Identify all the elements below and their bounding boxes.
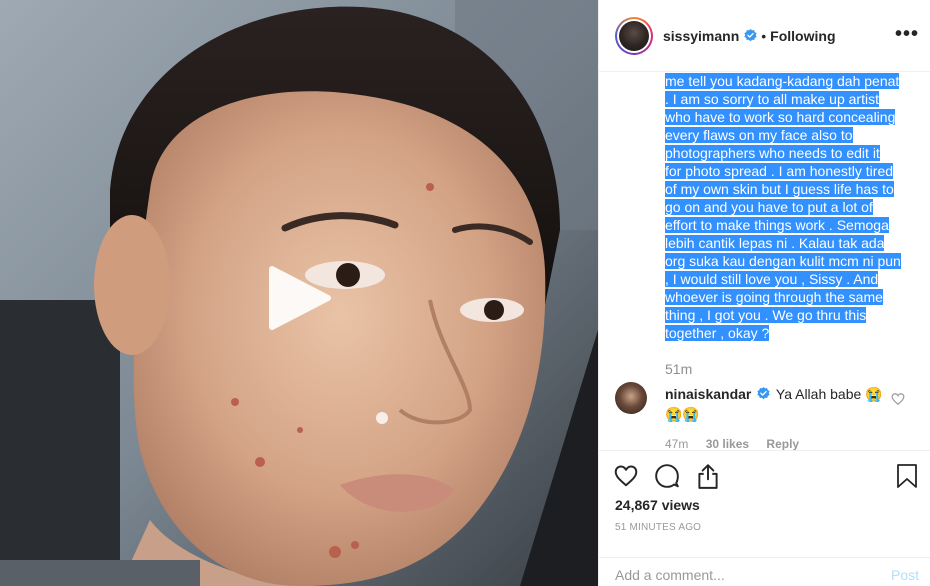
caption-line: go on and you have to put a lot of — [665, 198, 901, 216]
views-count[interactable]: 24,867 views — [615, 497, 700, 513]
comment-likes[interactable]: 30 likes — [706, 437, 749, 450]
caption-line: lebih cantik lepas ni . Kalau tak ada — [665, 234, 901, 252]
caption-line: org suka kau dengan kulit mcm ni pun — [665, 252, 901, 270]
post-header: sissyimann • Following ••• — [599, 0, 930, 72]
caption-line: whoever is going through the same — [665, 288, 901, 306]
caption-line: who have to work so hard concealing — [665, 108, 901, 126]
caption-line: , I would still love you , Sissy . And — [665, 270, 901, 288]
caption-line-text: every flaws on my face also to — [665, 127, 853, 143]
post-timestamp[interactable]: 51 MINUTES AGO — [615, 522, 701, 533]
caption-line: effort to make things work . Semoga — [665, 216, 901, 234]
commenter-avatar[interactable] — [615, 382, 647, 414]
comment-meta: 47m 30 likes Reply — [665, 437, 813, 450]
caption-line: of my own skin but I guess life has to — [665, 180, 901, 198]
caption-line-text: together , okay ? — [665, 325, 770, 341]
bookmark-icon[interactable] — [895, 463, 919, 489]
comment-bubble-icon[interactable] — [654, 463, 680, 489]
caption-line-text: go on and you have to put a lot of — [665, 199, 873, 215]
separator-dot: • — [761, 27, 767, 44]
caption-line-text: for photo spread . I am honestly tired — [665, 163, 894, 179]
post-video[interactable] — [0, 0, 598, 586]
post-side-panel: sissyimann • Following ••• me tell you k… — [598, 0, 930, 586]
author-avatar[interactable] — [615, 16, 653, 55]
caption-line-text: who have to work so hard concealing — [665, 109, 896, 125]
heart-icon[interactable] — [613, 463, 639, 489]
comment-body: ninaiskandar Ya Allah babe 😭 😭😭 — [665, 384, 890, 424]
caption-line: together , okay ? — [665, 324, 901, 342]
caption-line: thing , I got you . We go thru this — [665, 306, 901, 324]
caption-line-text: . I am so sorry to all make up artist — [665, 91, 879, 107]
caption-line: . I am so sorry to all make up artist — [665, 90, 901, 108]
comment-time[interactable]: 47m — [665, 437, 688, 450]
commenter-username[interactable]: ninaiskandar — [665, 386, 751, 402]
comment-composer: Post — [599, 557, 930, 586]
more-options-icon[interactable]: ••• — [895, 24, 919, 44]
author-username[interactable]: sissyimann — [663, 28, 739, 44]
post-actions: 24,867 views 51 MINUTES AGO Post — [599, 450, 930, 586]
following-button[interactable]: Following — [770, 28, 835, 44]
caption-line: every flaws on my face also to — [665, 126, 901, 144]
comment-input[interactable] — [615, 567, 875, 583]
caption-line-text: lebih cantik lepas ni . Kalau tak ada — [665, 235, 885, 251]
caption-line: photographers who needs to edit it — [665, 144, 901, 162]
caption-line-text: , I would still love you , Sissy . And — [665, 271, 879, 287]
caption-text: me tell you kadang-kadang dah penat . I a… — [665, 72, 901, 342]
author-avatar-image — [619, 20, 649, 51]
caption-timestamp[interactable]: 51m — [665, 361, 692, 377]
verified-badge-icon — [757, 387, 770, 400]
comment-text: Ya Allah babe 😭 — [775, 386, 883, 402]
comments-scroll-area[interactable]: me tell you kadang-kadang dah penat . I a… — [599, 72, 930, 450]
caption-line-text: whoever is going through the same — [665, 289, 883, 305]
caption-line-text: me tell you kadang-kadang dah penat — [665, 73, 900, 89]
caption-line: for photo spread . I am honestly tired — [665, 162, 901, 180]
post-comment-button[interactable]: Post — [891, 567, 919, 583]
verified-badge-icon — [744, 29, 757, 42]
caption-line-text: effort to make things work . Semoga — [665, 217, 889, 233]
comment-reply-button[interactable]: Reply — [766, 437, 799, 450]
play-icon[interactable] — [256, 263, 336, 333]
comment-like-heart-icon[interactable] — [891, 392, 905, 406]
share-icon[interactable] — [695, 462, 721, 490]
caption-line: me tell you kadang-kadang dah penat — [665, 72, 901, 90]
caption-line-text: org suka kau dengan kulit mcm ni pun — [665, 253, 901, 269]
caption-line-text: thing , I got you . We go thru this — [665, 307, 867, 323]
caption-line-text: of my own skin but I guess life has to — [665, 181, 894, 197]
caption-line-text: photographers who needs to edit it — [665, 145, 880, 161]
comment-text-emoji: 😭😭 — [665, 406, 700, 422]
